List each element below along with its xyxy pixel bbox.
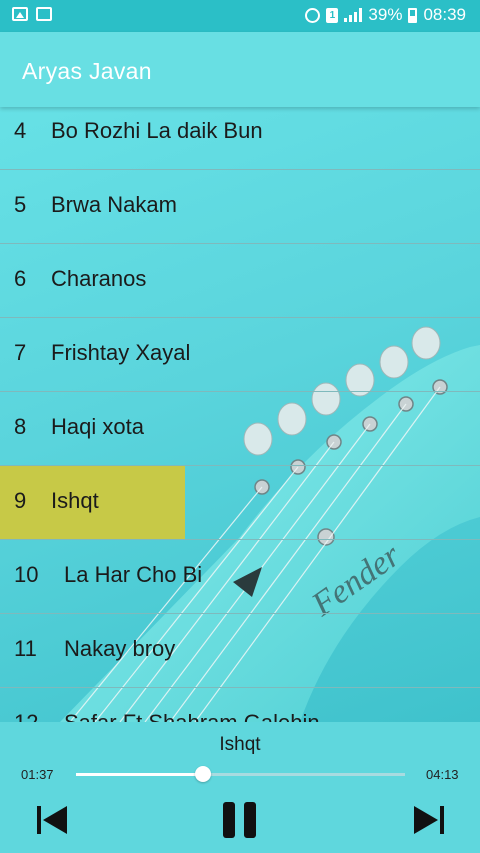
song-row[interactable]: 4 Bo Rozhi La daik Bun bbox=[0, 97, 480, 170]
song-row[interactable]: 11 Nakay broy bbox=[0, 614, 480, 688]
app-title: Aryas Javan bbox=[22, 58, 152, 84]
song-title: Haqi xota bbox=[51, 414, 144, 439]
song-title: Brwa Nakam bbox=[51, 192, 177, 217]
previous-button[interactable] bbox=[33, 800, 73, 840]
song-number: 6 bbox=[14, 266, 27, 291]
clock: 08:39 bbox=[423, 5, 466, 24]
song-number: 10 bbox=[14, 562, 39, 587]
song-title: La Har Cho Bi bbox=[64, 562, 203, 587]
pause-icon bbox=[223, 802, 256, 838]
song-row[interactable]: 12 Safar Ft Shahram Galehin bbox=[0, 688, 480, 722]
song-title: Safar Ft Shahram Galehin bbox=[64, 710, 320, 722]
seek-bar-progress bbox=[76, 773, 203, 776]
app-bar: Aryas Javan bbox=[0, 32, 480, 107]
next-button[interactable] bbox=[408, 800, 448, 840]
song-title: Ishqt bbox=[51, 488, 99, 513]
seek-bar-thumb[interactable] bbox=[194, 766, 211, 782]
image-notification-icon bbox=[12, 7, 28, 21]
song-row[interactable]: 6 Charanos bbox=[0, 244, 480, 318]
song-row[interactable]: 10 La Har Cho Bi bbox=[0, 540, 480, 614]
sim-icon: 1 bbox=[326, 7, 339, 23]
song-number: 11 bbox=[14, 636, 37, 661]
song-row[interactable]: 8 Haqi xota bbox=[0, 392, 480, 466]
next-icon bbox=[414, 806, 444, 834]
now-playing-title: Ishqt bbox=[219, 734, 261, 755]
seek-bar[interactable] bbox=[76, 766, 405, 782]
signal-icon bbox=[344, 8, 363, 22]
song-number: 7 bbox=[14, 340, 27, 365]
wifi-notification-icon bbox=[36, 7, 52, 21]
song-title: Charanos bbox=[51, 266, 147, 291]
battery-percent: 39% bbox=[368, 5, 403, 24]
song-title: Bo Rozhi La daik Bun bbox=[51, 118, 263, 143]
status-bar: 1 39% 08:39 bbox=[0, 0, 480, 32]
previous-icon bbox=[37, 806, 67, 834]
pause-button[interactable] bbox=[220, 800, 260, 840]
song-number: 9 bbox=[14, 488, 27, 513]
alarm-icon bbox=[305, 7, 321, 23]
song-list[interactable]: Fender 4 Bo Rozhi La daik Bun 5 Brwa Nakam 6… bbox=[0, 97, 480, 722]
player-bar: Ishqt 01:37 04:13 bbox=[0, 722, 480, 853]
song-row[interactable]: 9 Ishqt bbox=[0, 466, 480, 540]
song-number: 12 bbox=[14, 710, 38, 722]
song-row[interactable]: 5 Brwa Nakam bbox=[0, 170, 480, 244]
song-row[interactable]: 7 Frishtay Xayal bbox=[0, 318, 480, 392]
battery-icon bbox=[408, 7, 418, 23]
song-number: 8 bbox=[14, 414, 27, 439]
song-number: 5 bbox=[14, 192, 27, 217]
song-title: Frishtay Xayal bbox=[51, 340, 191, 365]
current-time: 01:37 bbox=[21, 767, 54, 782]
total-time: 04:13 bbox=[426, 767, 459, 782]
song-title: Nakay broy bbox=[64, 636, 176, 661]
song-number: 4 bbox=[14, 118, 27, 143]
